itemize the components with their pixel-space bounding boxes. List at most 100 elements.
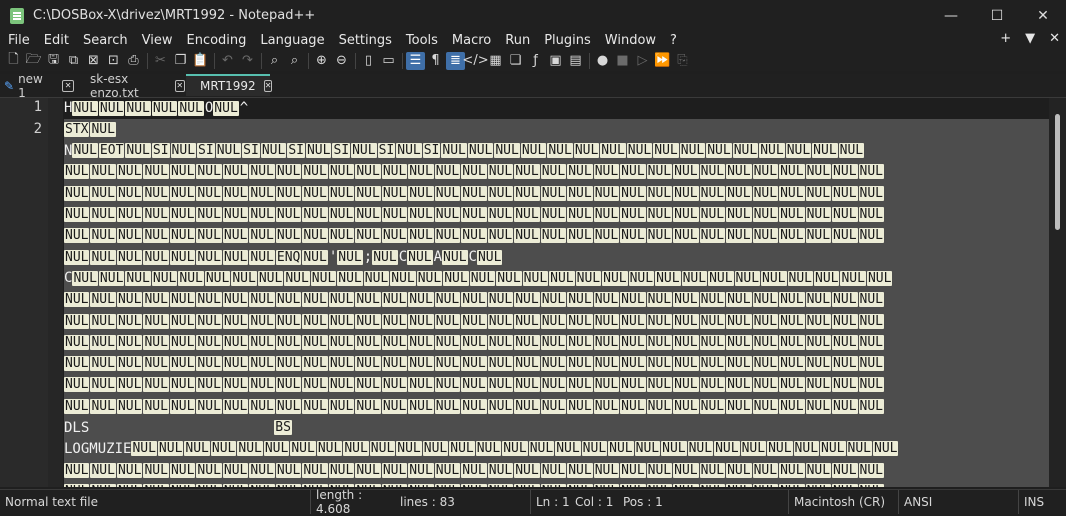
control-char: NUL [143, 164, 169, 180]
function-list-icon[interactable]: ƒ [526, 52, 545, 70]
control-char: NUL [422, 441, 449, 457]
control-char: NUL [759, 143, 785, 159]
status-encoding[interactable]: ANSI [898, 490, 1019, 514]
menu-plugins[interactable]: Plugins [536, 33, 597, 48]
control-char: NUL [337, 270, 363, 286]
menu-tools[interactable]: Tools [398, 33, 444, 48]
xml-icon[interactable]: </> [462, 52, 488, 70]
find-icon[interactable]: ⌕ [265, 52, 284, 70]
close-all-icon[interactable]: ⊡ [104, 52, 123, 70]
menu-encoding[interactable]: Encoding [178, 33, 252, 48]
control-char: NUL [64, 334, 90, 350]
scrollbar-thumb[interactable] [1055, 114, 1060, 230]
menu-search[interactable]: Search [75, 33, 134, 48]
control-char: NUL [355, 292, 381, 308]
zoom-out-icon[interactable]: ⊖ [332, 52, 351, 70]
control-char: NUL [653, 143, 679, 159]
control-char: NUL [726, 292, 752, 308]
menu-view[interactable]: View [134, 33, 179, 48]
status-eol[interactable]: Macintosh (CR) [788, 490, 899, 514]
editor[interactable]: 1 2 HNUL NUL NUL NUL NUL ONUL ^ STX NUL NNUL EOT NU… [0, 98, 1066, 487]
stop-macro-icon[interactable]: ■ [613, 52, 632, 70]
close-window-button[interactable]: ✕ [1020, 0, 1066, 31]
monitor-icon[interactable]: ▣ [546, 52, 565, 70]
menu-macro[interactable]: Macro [444, 33, 497, 48]
control-char: NUL [514, 483, 540, 487]
record-macro-icon[interactable]: ● [593, 52, 612, 70]
menu-language[interactable]: Language [252, 33, 330, 48]
sync-v-icon[interactable]: ▯ [359, 52, 378, 70]
save-icon[interactable]: 🖫 [44, 52, 63, 70]
show-all-chars-icon[interactable]: ¶ [426, 52, 445, 70]
control-char: NUL [805, 483, 832, 487]
open-icon[interactable]: 🗁 [24, 52, 43, 70]
control-char: NUL [257, 270, 284, 286]
control-char: NUL [620, 228, 646, 244]
control-char: NUL [461, 292, 487, 308]
new-tab-button[interactable]: + [1000, 31, 1011, 46]
replace-icon[interactable]: ⌕ [285, 52, 304, 70]
control-char: NUL [673, 377, 699, 393]
minimize-button[interactable]: — [928, 0, 974, 31]
maximize-button[interactable]: ☐ [974, 0, 1020, 31]
doc-list-icon[interactable]: ❏ [506, 52, 525, 70]
run-macro-multiple-icon[interactable]: ⏩ [653, 52, 672, 70]
undo-icon[interactable]: ↶ [218, 52, 237, 70]
sync-h-icon[interactable]: ▭ [379, 52, 398, 70]
menu-edit[interactable]: Edit [36, 33, 75, 48]
vertical-scrollbar[interactable] [1049, 98, 1066, 487]
save-all-icon[interactable]: ⧉ [64, 52, 83, 70]
control-char: NUL [547, 143, 573, 159]
control-char: NUL [408, 164, 434, 180]
control-char: NUL [461, 462, 487, 478]
menu-window[interactable]: Window [597, 33, 662, 48]
zoom-in-icon[interactable]: ⊕ [312, 52, 331, 70]
control-char: NUL [249, 377, 275, 393]
new-file-icon[interactable]: 🗋 [4, 52, 23, 70]
control-char: NUL [143, 334, 169, 350]
word-wrap-icon[interactable]: ☰ [406, 51, 425, 70]
control-char: NUL [673, 462, 699, 478]
status-insert-mode[interactable]: INS [1018, 490, 1066, 514]
play-macro-icon[interactable]: ▷ [633, 52, 652, 70]
tab-close-icon[interactable]: ✕ [263, 80, 273, 92]
doc-map-icon[interactable]: ▦ [486, 52, 505, 70]
control-char: NUL [222, 249, 249, 265]
control-char: NUL [581, 441, 608, 457]
control-char: NUL [222, 313, 249, 329]
menu-file[interactable]: File [0, 33, 36, 48]
paste-icon[interactable]: 📋 [191, 52, 210, 70]
tab-close-icon[interactable]: ✕ [174, 80, 185, 92]
tab-sk-esx-enzo[interactable]: sk-esx enzo.txt ✕ [90, 72, 185, 100]
close-icon[interactable]: ⊠ [84, 52, 103, 70]
control-char: NUL [634, 441, 661, 457]
tab-new-1[interactable]: ✎ new 1 ✕ [4, 72, 74, 100]
menu-help[interactable]: ? [662, 33, 683, 48]
control-char: NUL [567, 398, 593, 414]
control-char: NUL [302, 207, 328, 222]
redo-icon[interactable]: ↷ [238, 52, 257, 70]
tab-close-icon[interactable]: ✕ [62, 80, 74, 92]
control-char: NUL [785, 143, 812, 159]
menu-settings[interactable]: Settings [331, 33, 398, 48]
control-char: NUL [302, 334, 328, 350]
text-area[interactable]: HNUL NUL NUL NUL NUL ONUL ^ STX NUL NNUL EOT NUL SI N… [64, 98, 1049, 487]
cut-icon[interactable]: ✂ [151, 52, 170, 70]
control-char: NUL [169, 249, 196, 265]
close-tab-button[interactable]: ✕ [1049, 31, 1060, 46]
tab-mrt1992[interactable]: MRT1992 ✕ [186, 74, 273, 96]
save-macro-icon[interactable]: ⎘ [673, 52, 692, 70]
print-icon[interactable]: ⎙ [124, 52, 143, 70]
control-char: NUL [461, 207, 487, 222]
copy-icon[interactable]: ❐ [171, 52, 190, 70]
tab-list-dropdown[interactable]: ▼ [1025, 31, 1035, 46]
control-char: NUL [170, 143, 197, 159]
menu-run[interactable]: Run [497, 33, 536, 48]
control-char: NUL [369, 441, 396, 457]
control-char: NUL [593, 185, 620, 201]
control-char: NUL [646, 228, 673, 244]
control-char: NUL [673, 398, 699, 414]
folder-workspace-icon[interactable]: ▤ [566, 52, 585, 70]
control-char: NUL [90, 164, 116, 180]
toolbar-divider [214, 52, 215, 69]
